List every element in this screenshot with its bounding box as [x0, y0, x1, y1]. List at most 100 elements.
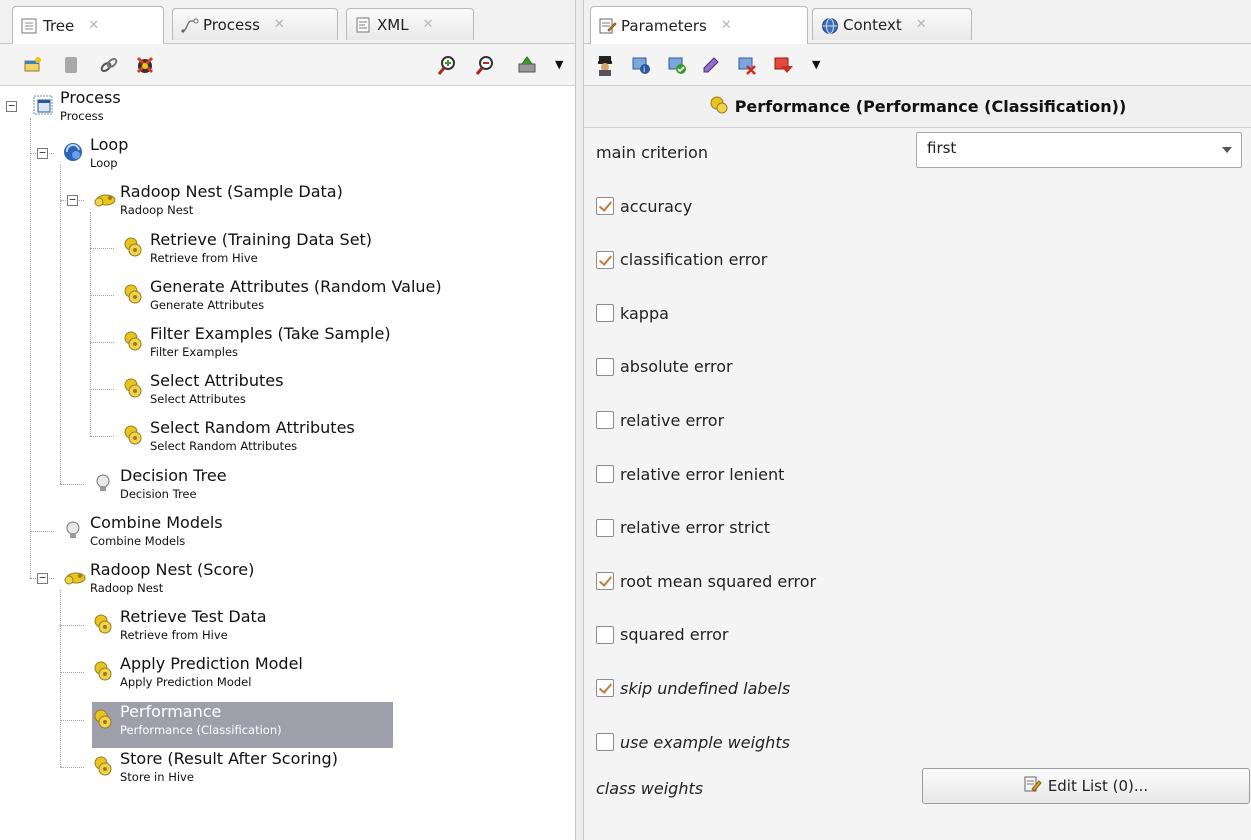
- tab-context[interactable]: Context ✕: [812, 8, 972, 40]
- operator-parameters-header: Performance (Performance (Classification…: [584, 86, 1251, 128]
- tree-connector: [30, 118, 31, 578]
- disabled-operator-icon[interactable]: [60, 54, 82, 76]
- tree-connector: [90, 212, 91, 437]
- tree-connector: [60, 483, 84, 485]
- tree-node-subtitle: Radoop Nest: [90, 581, 164, 595]
- parameter-list: main criterion first class weights Edit …: [584, 128, 1251, 840]
- main-criterion-select[interactable]: first: [916, 132, 1242, 168]
- process-tree-panel: Tree ✕ Process ✕ XML ✕ ▼ Process Process…: [0, 0, 575, 840]
- operator-info-icon[interactable]: i: [630, 54, 652, 76]
- zoom-out-icon[interactable]: [474, 54, 496, 76]
- parameter-checkbox-row[interactable]: squared error: [596, 623, 728, 647]
- operator-icon: [92, 660, 114, 682]
- parameter-checkbox-row[interactable]: root mean squared error: [596, 569, 816, 593]
- close-icon[interactable]: ✕: [721, 18, 732, 33]
- operator-icon: [122, 330, 144, 352]
- tree-node-title: Select Random Attributes: [150, 418, 355, 438]
- print-export-icon[interactable]: [516, 54, 538, 76]
- collapse-toggle-icon[interactable]: −: [6, 100, 17, 112]
- radoop-nest-icon: [62, 566, 86, 588]
- collapse-toggle-icon[interactable]: −: [67, 194, 78, 207]
- remove-breakpoints-icon[interactable]: [134, 54, 156, 76]
- checkbox-checked[interactable]: [596, 572, 614, 591]
- tab-xml[interactable]: XML ✕: [346, 8, 474, 40]
- parameter-checkbox-row[interactable]: relative error strict: [596, 516, 770, 540]
- tree-connector: [90, 389, 114, 391]
- tree-node-title: Combine Models: [90, 512, 223, 532]
- tree-node-subtitle: Retrieve from Hive: [120, 628, 228, 643]
- class-weights-label: class weights: [596, 778, 704, 798]
- tree-node-subtitle: Generate Attributes: [150, 297, 265, 312]
- operator-icon: [709, 95, 729, 119]
- collapse-toggle-icon[interactable]: −: [37, 147, 48, 160]
- link-icon[interactable]: [98, 54, 120, 76]
- zoom-in-icon[interactable]: [436, 54, 458, 76]
- loop-icon: [62, 141, 84, 163]
- checkbox-unchecked[interactable]: [596, 411, 614, 430]
- checkbox-unchecked[interactable]: [596, 465, 614, 483]
- new-operator-icon[interactable]: [22, 54, 44, 76]
- checkbox-unchecked[interactable]: [596, 304, 614, 323]
- checkbox-unchecked[interactable]: [596, 733, 614, 751]
- checkbox-unchecked[interactable]: [596, 625, 614, 644]
- tree-connector: [60, 766, 84, 768]
- close-icon[interactable]: ✕: [274, 17, 285, 32]
- edit-list-button[interactable]: Edit List (0)...: [922, 768, 1250, 804]
- tree-connector: [30, 530, 54, 532]
- chevron-down-icon[interactable]: ▼: [812, 58, 820, 71]
- close-icon[interactable]: ✕: [88, 18, 99, 33]
- split-divider[interactable]: [575, 0, 584, 840]
- tree-connector: [60, 625, 84, 627]
- expert-mode-icon[interactable]: [594, 54, 616, 76]
- tab-process[interactable]: Process ✕: [172, 8, 338, 40]
- tree-node-title: Filter Examples (Take Sample): [150, 324, 391, 343]
- checkbox-unchecked[interactable]: [596, 357, 614, 376]
- left-tab-strip: Tree ✕ Process ✕ XML ✕: [0, 0, 575, 44]
- parameter-label: absolute error: [620, 357, 733, 377]
- globe-icon: [821, 17, 838, 34]
- checkbox-checked[interactable]: [596, 679, 614, 698]
- parameter-label: squared error: [620, 625, 729, 645]
- delete-operator-icon[interactable]: [736, 54, 758, 76]
- tree-toolbar: ▼: [0, 44, 575, 86]
- tree-node-title: Store (Result After Scoring): [120, 748, 338, 768]
- parameter-label: classification error: [620, 250, 768, 270]
- checkbox-unchecked[interactable]: [596, 518, 614, 537]
- tree-node-title: Retrieve Test Data: [120, 607, 267, 627]
- tree-connector: [60, 590, 61, 767]
- rename-icon[interactable]: [700, 54, 722, 76]
- toggle-breakpoint-icon[interactable]: [772, 54, 794, 76]
- enable-operator-icon[interactable]: [666, 54, 688, 76]
- tree-connector: [90, 294, 114, 296]
- parameter-checkbox-row[interactable]: relative error: [596, 408, 724, 432]
- tree-node-title: Performance: [120, 701, 222, 721]
- tab-process-label: Process: [203, 15, 260, 34]
- tab-parameters-label: Parameters: [621, 16, 707, 35]
- tab-parameters[interactable]: Parameters ✕: [590, 6, 808, 44]
- tree-node-subtitle: Performance (Classification): [120, 722, 282, 737]
- checkbox-checked[interactable]: [596, 197, 614, 215]
- tree-node-subtitle: Retrieve from Hive: [150, 250, 258, 265]
- close-icon[interactable]: ✕: [423, 17, 434, 32]
- tab-tree-label: Tree: [43, 16, 75, 35]
- parameter-checkbox-row[interactable]: classification error: [596, 248, 767, 272]
- tree-node-subtitle: Combine Models: [90, 533, 186, 548]
- parameter-checkbox-row[interactable]: accuracy: [596, 194, 692, 218]
- chevron-down-icon[interactable]: ▼: [555, 58, 563, 71]
- collapse-toggle-icon[interactable]: −: [37, 572, 48, 584]
- parameter-checkbox-row[interactable]: skip undefined labels: [596, 676, 790, 700]
- tree-node-title: Generate Attributes (Random Value): [150, 276, 442, 296]
- tree-node-subtitle: Store in Hive: [120, 769, 194, 784]
- close-icon[interactable]: ✕: [916, 17, 927, 32]
- checkbox-checked[interactable]: [596, 250, 614, 269]
- parameter-label: skip undefined labels: [620, 678, 791, 698]
- parameter-checkbox-row[interactable]: use example weights: [596, 730, 790, 754]
- tree-node-subtitle: Process: [60, 109, 104, 123]
- tab-tree[interactable]: Tree ✕: [12, 6, 164, 44]
- tree-connector: [60, 165, 61, 484]
- parameter-checkbox-row[interactable]: absolute error: [596, 355, 733, 379]
- radoop-nest-icon: [92, 188, 116, 210]
- parameter-checkbox-row[interactable]: kappa: [596, 301, 669, 325]
- parameter-checkbox-row[interactable]: relative error lenient: [596, 462, 784, 486]
- tab-xml-label: XML: [377, 15, 409, 34]
